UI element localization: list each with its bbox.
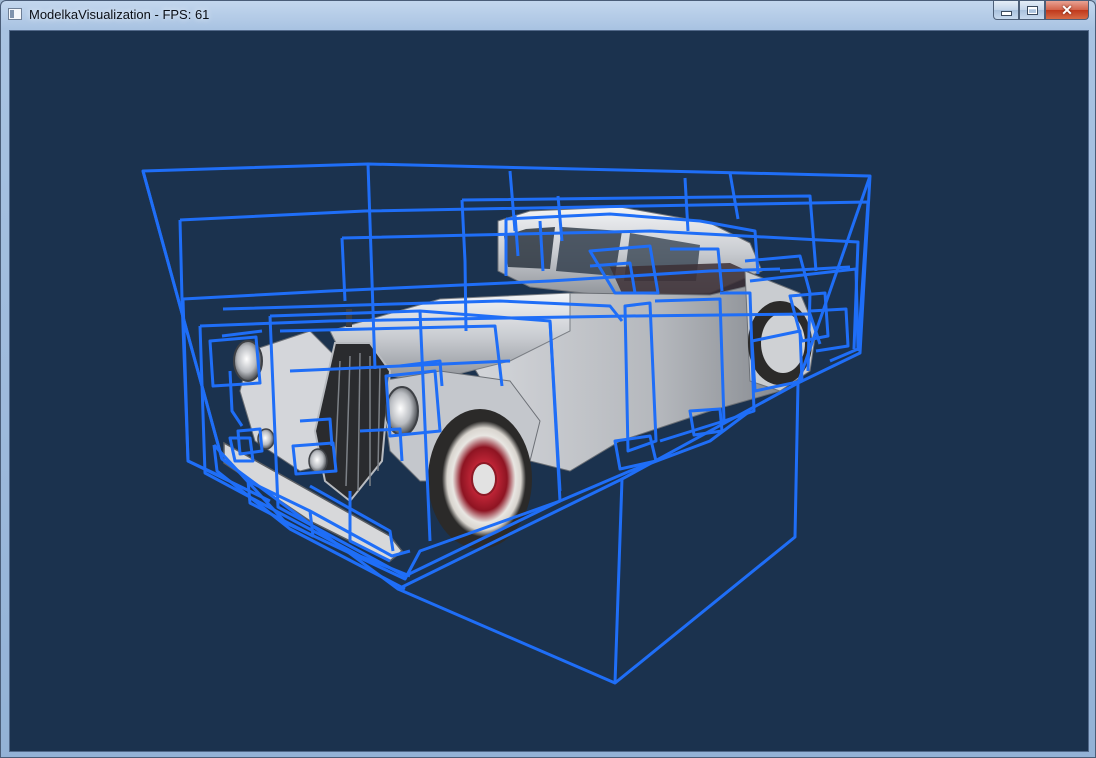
app-window: ModelkaVisualization - FPS: 61 ✕ xyxy=(0,0,1096,758)
title-bar[interactable]: ModelkaVisualization - FPS: 61 ✕ xyxy=(1,1,1095,29)
caption-buttons: ✕ xyxy=(993,1,1089,21)
scene-canvas xyxy=(141,162,872,685)
car-model xyxy=(223,206,817,562)
app-window-icon[interactable] xyxy=(8,8,22,20)
render-viewport[interactable] xyxy=(9,30,1089,752)
maximize-button[interactable] xyxy=(1019,1,1045,20)
minimize-button[interactable] xyxy=(993,1,1019,20)
maximize-icon xyxy=(1026,5,1038,15)
close-button[interactable]: ✕ xyxy=(1045,1,1089,20)
window-title: ModelkaVisualization - FPS: 61 xyxy=(29,7,210,22)
close-icon: ✕ xyxy=(1061,2,1073,18)
minimize-icon xyxy=(1000,10,1012,16)
